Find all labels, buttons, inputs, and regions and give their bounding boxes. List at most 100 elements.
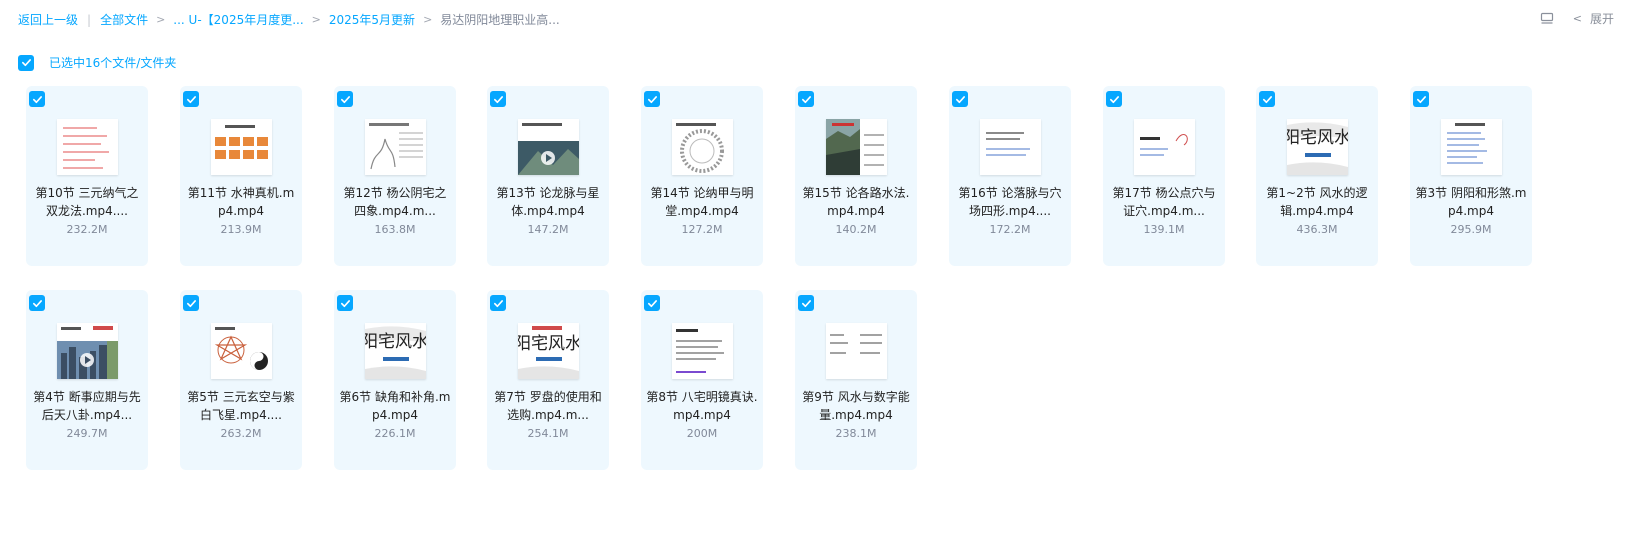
file-checkbox[interactable] (337, 295, 353, 311)
file-name[interactable]: 第1~2节 风水的逻辑.mp4.mp4 (1260, 184, 1374, 220)
file-card[interactable]: 第8节 八宅明镜真诀.mp4.mp4 200M (641, 290, 763, 470)
file-card[interactable]: 第15节 论各路水法.mp4.mp4 140.2M (795, 86, 917, 266)
selection-count: 已选中16个文件/文件夹 (49, 56, 177, 70)
file-name[interactable]: 第4节 断事应期与先后天八卦.mp4... (30, 388, 144, 424)
file-name[interactable]: 第17节 杨公点穴与证穴.mp4.m... (1107, 184, 1221, 220)
file-checkbox[interactable] (29, 91, 45, 107)
expand-label: 展开 (1589, 12, 1614, 26)
file-size: 295.9M (1450, 223, 1492, 236)
video-thumbnail (672, 119, 733, 175)
file-name[interactable]: 第9节 风水与数字能量.mp4.mp4 (799, 388, 913, 424)
file-card[interactable]: 第3节 阴阳和形煞.mp4.mp4 295.9M (1410, 86, 1532, 266)
file-checkbox[interactable] (337, 91, 353, 107)
file-checkbox[interactable] (1259, 91, 1275, 107)
video-thumbnail (365, 119, 426, 175)
chevron-right-icon: > (156, 13, 166, 26)
breadcrumb-all-files[interactable]: 全部文件 (100, 11, 148, 28)
breadcrumb-current-folder: 易达阴阳地理职业高... (440, 13, 560, 27)
check-icon (493, 95, 503, 103)
file-checkbox[interactable] (29, 295, 45, 311)
file-card[interactable]: 第12节 杨公阴宅之四象.mp4.m... 163.8M (334, 86, 456, 266)
check-icon (340, 95, 350, 103)
check-icon (1262, 95, 1272, 103)
check-icon (647, 299, 657, 307)
breadcrumb: 返回上一级 | 全部文件 > ... U-【2025年月度更... > 2025… (18, 11, 560, 28)
file-name[interactable]: 第8节 八宅明镜真诀.mp4.mp4 (645, 388, 759, 424)
check-icon (340, 299, 350, 307)
file-checkbox[interactable] (1413, 91, 1429, 107)
file-size: 200M (686, 427, 718, 440)
file-card[interactable]: 第4节 断事应期与先后天八卦.mp4... 249.7M (26, 290, 148, 470)
file-checkbox[interactable] (952, 91, 968, 107)
file-size: 147.2M (527, 223, 569, 236)
check-icon (647, 95, 657, 103)
file-size: 213.9M (220, 223, 262, 236)
back-link[interactable]: 返回上一级 (18, 11, 78, 28)
breadcrumb-month-folder[interactable]: 2025年5月更新 (329, 11, 415, 28)
file-card[interactable]: 阳宅风水 第7节 罗盘的使用和选购.mp4.m... 254.1M (487, 290, 609, 470)
file-card[interactable]: 第17节 杨公点穴与证穴.mp4.m... 139.1M (1103, 86, 1225, 266)
file-checkbox[interactable] (490, 295, 506, 311)
file-name[interactable]: 第13节 论龙脉与星体.mp4.mp4 (491, 184, 605, 220)
video-thumbnail (211, 323, 272, 379)
selection-bar: 已选中16个文件/文件夹 (18, 54, 176, 71)
expand-button[interactable]: < 展开 (1573, 10, 1614, 27)
video-thumbnail (518, 119, 579, 175)
file-name[interactable]: 第16节 论落脉与穴场四形.mp4.... (953, 184, 1067, 220)
file-name[interactable]: 第6节 缺角和补角.mp4.mp4 (338, 388, 452, 424)
file-checkbox[interactable] (798, 295, 814, 311)
file-card[interactable]: 阳宅风水 第6节 缺角和补角.mp4.mp4 226.1M (334, 290, 456, 470)
file-card[interactable]: 阳宅风水第1~2节 风水的逻辑.mp4.mp4 436.3M (1256, 86, 1378, 266)
file-checkbox[interactable] (644, 91, 660, 107)
video-thumbnail: 阳宅风水 (1287, 119, 1348, 175)
chevron-right-icon: > (423, 13, 433, 26)
file-name[interactable]: 第11节 水神真机.mp4.mp4 (184, 184, 298, 220)
file-card[interactable]: 第14节 论纳甲与明堂.mp4.mp4 127.2M (641, 86, 763, 266)
file-card[interactable]: 第11节 水神真机.mp4.mp4 213.9M (180, 86, 302, 266)
svg-text:阳宅风水: 阳宅风水 (518, 334, 579, 354)
svg-text:阳宅风水: 阳宅风水 (365, 332, 426, 352)
file-card[interactable]: 第13节 论龙脉与星体.mp4.mp4 147.2M (487, 86, 609, 266)
file-size: 127.2M (681, 223, 723, 236)
check-icon (32, 95, 42, 103)
breadcrumb-divider: | (87, 12, 92, 27)
chevron-right-icon: > (311, 13, 321, 26)
video-thumbnail (57, 119, 118, 175)
file-checkbox[interactable] (183, 91, 199, 107)
check-icon (955, 95, 965, 103)
video-thumbnail: 阳宅风水 (518, 323, 579, 379)
check-icon (801, 299, 811, 307)
file-card[interactable]: 第5节 三元玄空与紫白飞星.mp4.... 263.2M (180, 290, 302, 470)
file-checkbox[interactable] (183, 295, 199, 311)
file-checkbox[interactable] (644, 295, 660, 311)
file-checkbox[interactable] (798, 91, 814, 107)
check-icon (493, 299, 503, 307)
file-card[interactable]: 第9节 风水与数字能量.mp4.mp4 238.1M (795, 290, 917, 470)
file-size: 232.2M (66, 223, 108, 236)
chevron-left-icon: < (1572, 12, 1582, 25)
file-name[interactable]: 第10节 三元纳气之双龙法.mp4.... (30, 184, 144, 220)
file-size: 436.3M (1296, 223, 1338, 236)
file-card[interactable]: 第10节 三元纳气之双龙法.mp4.... 232.2M (26, 86, 148, 266)
file-size: 249.7M (66, 427, 108, 440)
list-view-icon[interactable] (1539, 11, 1555, 27)
view-tools: < 展开 (1539, 10, 1614, 27)
breadcrumb-parent-folder[interactable]: ... U-【2025年月度更... (173, 11, 303, 28)
file-name[interactable]: 第15节 论各路水法.mp4.mp4 (799, 184, 913, 220)
file-card[interactable]: 第16节 论落脉与穴场四形.mp4.... 172.2M (949, 86, 1071, 266)
video-thumbnail (672, 323, 733, 379)
video-thumbnail (1441, 119, 1502, 175)
check-icon (801, 95, 811, 103)
video-thumbnail (57, 323, 118, 379)
file-size: 140.2M (835, 223, 877, 236)
select-all-checkbox[interactable] (18, 54, 34, 71)
video-thumbnail (826, 323, 887, 379)
file-checkbox[interactable] (490, 91, 506, 107)
file-size: 163.8M (374, 223, 416, 236)
file-checkbox[interactable] (1106, 91, 1122, 107)
file-name[interactable]: 第3节 阴阳和形煞.mp4.mp4 (1414, 184, 1528, 220)
file-name[interactable]: 第14节 论纳甲与明堂.mp4.mp4 (645, 184, 759, 220)
file-name[interactable]: 第5节 三元玄空与紫白飞星.mp4.... (184, 388, 298, 424)
file-name[interactable]: 第7节 罗盘的使用和选购.mp4.m... (491, 388, 605, 424)
file-name[interactable]: 第12节 杨公阴宅之四象.mp4.m... (338, 184, 452, 220)
